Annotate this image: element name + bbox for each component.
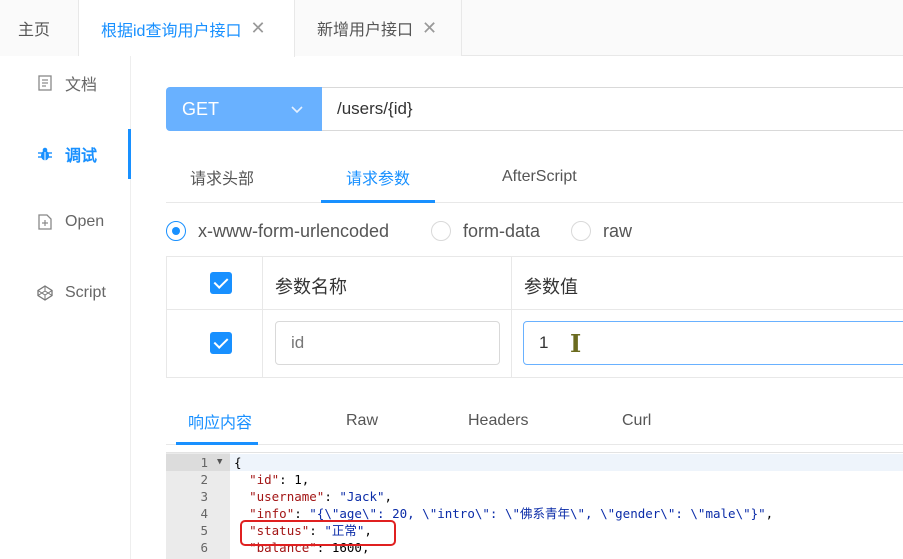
- chevron-down-icon: [290, 100, 304, 121]
- sidebar-item-label: Script: [65, 284, 106, 301]
- radio-button[interactable]: [571, 221, 591, 241]
- close-icon[interactable]: ✕: [250, 18, 265, 39]
- params-table: 参数名称 参数值 id 1: [166, 256, 903, 378]
- sidebar-item-docs[interactable]: 文档: [0, 63, 131, 103]
- line-number: 6: [200, 540, 208, 555]
- line-number: 3: [200, 489, 208, 504]
- file-icon: [37, 214, 53, 230]
- active-tab-underline: [321, 200, 435, 203]
- radio-button[interactable]: [431, 221, 451, 241]
- tab-label: Curl: [622, 411, 652, 429]
- tab-label: 主页: [18, 22, 51, 39]
- code-line: {: [234, 455, 242, 470]
- header-param-value: 参数值: [524, 277, 578, 297]
- close-icon[interactable]: ✕: [422, 18, 437, 39]
- response-tabs: 响应内容 Raw Headers Curl: [166, 397, 903, 445]
- radio-label: form-data: [463, 220, 541, 241]
- codepen-icon: [37, 285, 53, 301]
- sidebar-item-label: Open: [65, 213, 105, 230]
- line-number: 5: [200, 523, 208, 538]
- column-divider: [511, 257, 512, 377]
- tab-add-user[interactable]: 新增用户接口 ✕: [295, 0, 462, 56]
- radio-form-data[interactable]: form-data: [431, 219, 540, 243]
- tab-label: 请求参数: [346, 171, 411, 188]
- column-divider: [262, 257, 263, 377]
- tab-label: Raw: [346, 411, 379, 429]
- tab-label: AfterScript: [502, 168, 577, 185]
- line-number: 4: [200, 506, 208, 521]
- line-number-gutter: 1 ▼ 2 3 4 5 6: [166, 453, 230, 559]
- radio-label: x-www-form-urlencoded: [198, 220, 390, 241]
- active-line: [230, 454, 903, 471]
- url-value: /users/{id}: [337, 99, 413, 118]
- code-line: "username": "Jack",: [249, 489, 393, 504]
- tab-request-headers[interactable]: 请求头部: [190, 153, 254, 201]
- param-name-input[interactable]: id: [275, 321, 500, 365]
- document-icon: [37, 75, 53, 91]
- method-select[interactable]: GET: [166, 87, 322, 131]
- radio-raw[interactable]: raw: [571, 219, 632, 243]
- active-indicator: [128, 129, 131, 179]
- tab-response-content[interactable]: 响应内容: [188, 397, 252, 444]
- select-all-checkbox[interactable]: [210, 272, 232, 294]
- request-tabs: 请求头部 请求参数 AfterScript: [166, 153, 903, 203]
- fold-arrow-icon[interactable]: ▼: [217, 454, 227, 471]
- tab-get-user-by-id[interactable]: 根据id查询用户接口 ✕: [79, 0, 295, 57]
- sidebar-item-debug[interactable]: 调试: [0, 134, 131, 174]
- url-input[interactable]: /users/{id}: [322, 87, 903, 131]
- tab-afterscript[interactable]: AfterScript: [502, 153, 577, 201]
- text-cursor-icon: I: [570, 329, 582, 358]
- tab-label: 新增用户接口: [317, 22, 414, 39]
- tab-label: 根据id查询用户接口: [101, 22, 242, 40]
- line-number: 2: [200, 472, 208, 487]
- radio-urlencoded[interactable]: x-www-form-urlencoded: [166, 219, 389, 243]
- tab-label: 响应内容: [188, 414, 253, 432]
- sidebar-item-label: 调试: [65, 148, 98, 165]
- radio-label: raw: [603, 220, 633, 241]
- sidebar-item-label: 文档: [65, 77, 98, 94]
- header-param-name: 参数名称: [275, 277, 347, 297]
- tab-home[interactable]: 主页: [0, 0, 79, 56]
- top-tab-bar: 主页 根据id查询用户接口 ✕ 新增用户接口 ✕: [0, 0, 903, 57]
- code-line: "id": 1,: [249, 472, 310, 487]
- tab-curl[interactable]: Curl: [622, 397, 651, 444]
- tab-raw[interactable]: Raw: [346, 397, 378, 444]
- active-tab-underline: [176, 442, 258, 445]
- tab-label: 请求头部: [190, 171, 255, 188]
- tab-headers[interactable]: Headers: [468, 397, 528, 444]
- row-checkbox[interactable]: [210, 332, 232, 354]
- param-name-value: id: [291, 333, 305, 352]
- radio-button-checked[interactable]: [166, 221, 186, 241]
- bug-icon: [37, 146, 53, 162]
- annotation-highlight-box: [240, 520, 396, 546]
- tab-label: Headers: [468, 411, 529, 429]
- method-value: GET: [182, 98, 220, 119]
- sidebar: 文档 调试 Open Script: [0, 56, 131, 559]
- sidebar-item-open[interactable]: Open: [0, 202, 131, 242]
- tab-request-params[interactable]: 请求参数: [346, 153, 410, 201]
- sidebar-item-script[interactable]: Script: [0, 273, 131, 313]
- param-value-value: 1: [539, 333, 549, 352]
